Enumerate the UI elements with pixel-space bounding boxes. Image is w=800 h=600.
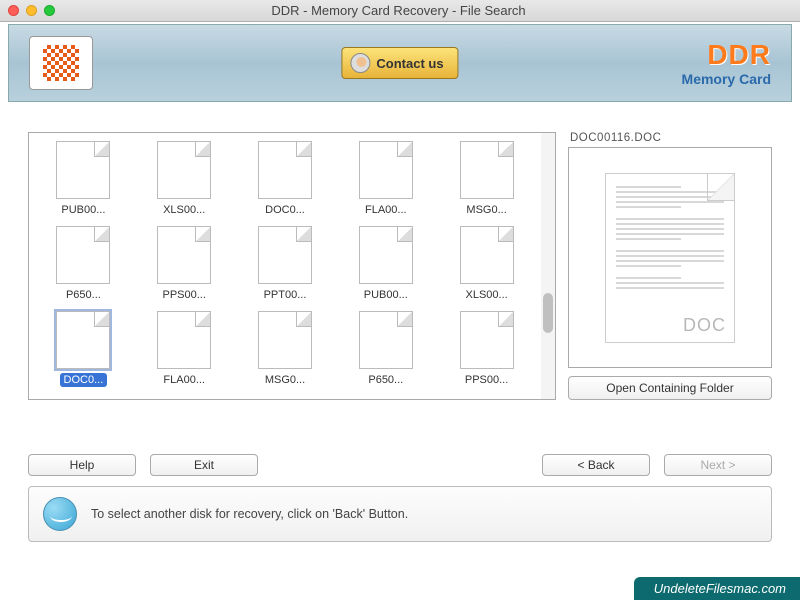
file-icon [157,141,211,199]
header-banner: Contact us DDR Memory Card [8,24,792,102]
file-icon [56,226,110,284]
file-icon [460,141,514,199]
file-label: PPS00... [158,288,209,302]
file-icon [258,141,312,199]
file-icon [258,226,312,284]
file-label: MSG0... [462,203,510,217]
window-title: DDR - Memory Card Recovery - File Search [55,3,792,18]
preview-panel: DOC00116.DOC DOC Open Containing Folder [568,132,772,400]
doc-lines-icon [616,186,724,289]
doc-extension-label: DOC [683,315,726,336]
file-label: FLA00... [159,373,209,387]
file-item[interactable]: PPT00... [235,224,336,309]
file-item[interactable]: MSG0... [436,139,537,224]
minimize-window-button[interactable] [26,5,37,16]
next-button: Next > [664,454,772,476]
window-controls [8,5,55,16]
file-icon [359,311,413,369]
logo-pattern-icon [43,45,79,81]
file-item[interactable]: PUB00... [335,224,436,309]
brand-block: DDR Memory Card [682,39,771,87]
file-item[interactable]: PPS00... [134,224,235,309]
preview-filename: DOC00116.DOC [568,132,772,147]
file-label: P650... [62,288,105,302]
file-item[interactable]: XLS00... [436,224,537,309]
file-icon [157,226,211,284]
file-item[interactable]: DOC0... [33,309,134,394]
nav-button-row: Help Exit < Back Next > [0,408,800,484]
file-label: PUB00... [57,203,109,217]
exit-button[interactable]: Exit [150,454,258,476]
file-item[interactable]: P650... [33,224,134,309]
contact-us-button[interactable]: Contact us [341,47,458,79]
file-item[interactable]: P650... [335,309,436,394]
file-item[interactable]: FLA00... [335,139,436,224]
content-area: PUB00... XLS00... DOC0... FLA00... MSG0... P6… [0,102,800,408]
hint-text: To select another disk for recovery, cli… [91,507,408,521]
speech-bubble-icon [43,497,77,531]
file-icon [359,226,413,284]
brand-subtitle: Memory Card [682,71,771,87]
file-item[interactable]: PUB00... [33,139,134,224]
file-item[interactable]: FLA00... [134,309,235,394]
file-grid: PUB00... XLS00... DOC0... FLA00... MSG0... P6… [29,133,541,399]
back-button[interactable]: < Back [542,454,650,476]
file-item[interactable]: PPS00... [436,309,537,394]
titlebar: DDR - Memory Card Recovery - File Search [0,0,800,22]
open-containing-folder-button[interactable]: Open Containing Folder [568,376,772,400]
file-label: P650... [364,373,407,387]
file-icon [460,311,514,369]
file-icon [56,141,110,199]
file-label: MSG0... [261,373,309,387]
hint-bar: To select another disk for recovery, cli… [28,486,772,542]
app-logo [29,36,93,90]
file-label: XLS00... [461,288,511,302]
document-preview-icon: DOC [605,173,735,343]
person-icon [350,53,370,73]
file-icon [460,226,514,284]
file-label: DOC0... [261,203,309,217]
file-icon [56,311,110,369]
file-item[interactable]: DOC0... [235,139,336,224]
spacer [272,454,528,476]
file-label: PUB00... [360,288,412,302]
file-label: FLA00... [361,203,411,217]
file-label: PPS00... [461,373,512,387]
help-button[interactable]: Help [28,454,136,476]
file-grid-container: PUB00... XLS00... DOC0... FLA00... MSG0... P6… [28,132,556,400]
file-item[interactable]: XLS00... [134,139,235,224]
file-icon [157,311,211,369]
contact-us-label: Contact us [376,56,443,71]
app-window: DDR - Memory Card Recovery - File Search… [0,0,800,600]
maximize-window-button[interactable] [44,5,55,16]
file-item[interactable]: MSG0... [235,309,336,394]
file-icon [359,141,413,199]
watermark: UndeleteFilesmac.com [634,577,800,600]
scrollbar-thumb[interactable] [543,293,553,333]
file-icon [258,311,312,369]
close-window-button[interactable] [8,5,19,16]
scrollbar-track[interactable] [541,133,555,399]
file-label: PPT00... [260,288,311,302]
brand-title: DDR [682,39,771,71]
file-label: XLS00... [159,203,209,217]
file-label: DOC0... [60,373,108,387]
preview-box: DOC [568,147,772,368]
